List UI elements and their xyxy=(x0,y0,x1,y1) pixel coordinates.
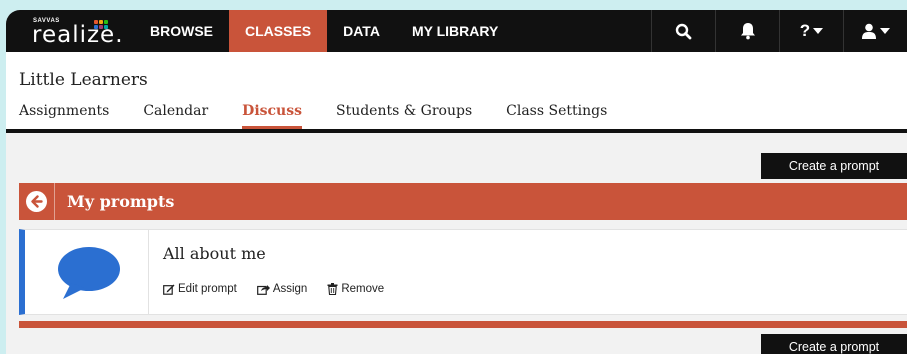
notifications-button[interactable] xyxy=(715,10,779,52)
assign-label: Assign xyxy=(272,283,308,295)
assign-link[interactable]: Assign xyxy=(256,283,308,295)
assign-icon xyxy=(256,284,270,295)
panel-title: My prompts xyxy=(67,192,175,211)
edit-prompt-label: Edit prompt xyxy=(178,283,237,295)
help-icon: ? xyxy=(799,21,811,40)
back-arrow-icon xyxy=(26,191,47,212)
user-menu-button[interactable] xyxy=(843,10,907,52)
search-button[interactable] xyxy=(651,10,715,52)
bell-icon xyxy=(740,23,755,40)
class-title: Little Learners xyxy=(19,70,148,90)
help-menu-button[interactable]: ? xyxy=(779,10,843,52)
class-tabs: Assignments Calendar Discuss Students & … xyxy=(19,103,641,129)
chevron-down-icon xyxy=(880,27,890,34)
remove-link[interactable]: Remove xyxy=(327,283,384,295)
search-icon xyxy=(675,23,692,39)
trash-icon xyxy=(327,283,338,295)
tab-assignments[interactable]: Assignments xyxy=(19,103,109,129)
realize-logo[interactable]: SAVVAS realize. xyxy=(6,10,134,52)
logo-text: realize. xyxy=(32,22,124,48)
edit-prompt-link[interactable]: Edit prompt xyxy=(163,283,237,295)
logo-small-text: SAVVAS xyxy=(33,18,60,24)
nav-my-library[interactable]: MY LIBRARY xyxy=(396,10,514,52)
nav-browse[interactable]: BROWSE xyxy=(134,10,229,52)
class-header: Little Learners Assignments Calendar Dis… xyxy=(6,52,907,133)
back-button[interactable] xyxy=(19,183,55,220)
nav-data[interactable]: DATA xyxy=(327,10,396,52)
tab-discuss[interactable]: Discuss xyxy=(242,103,302,129)
edit-icon xyxy=(163,284,175,295)
logo-dots xyxy=(94,20,108,29)
user-icon xyxy=(862,23,876,39)
chevron-down-icon xyxy=(813,27,824,34)
app-window: SAVVAS realize. BROWSE CLASSES DATA MY L… xyxy=(6,10,907,354)
tab-calendar[interactable]: Calendar xyxy=(143,103,208,129)
prompt-title[interactable]: All about me xyxy=(163,244,266,263)
create-prompt-button[interactable]: Create a prompt xyxy=(761,153,907,179)
prompt-actions: Edit prompt Assign Remove xyxy=(163,283,404,295)
top-navigation: SAVVAS realize. BROWSE CLASSES DATA MY L… xyxy=(6,10,907,52)
nav-classes[interactable]: CLASSES xyxy=(229,10,328,52)
prompt-thumbnail xyxy=(25,230,149,314)
tab-students-groups[interactable]: Students & Groups xyxy=(336,103,472,129)
my-prompts-header: My prompts xyxy=(19,183,907,220)
panel-bottom-bar xyxy=(19,321,907,328)
prompt-card[interactable]: All about me Edit prompt Assign Remove xyxy=(19,229,907,315)
create-prompt-button-bottom[interactable]: Create a prompt xyxy=(761,334,907,354)
tab-class-settings[interactable]: Class Settings xyxy=(506,103,607,129)
remove-label: Remove xyxy=(341,283,385,295)
speech-bubble-icon xyxy=(58,247,120,299)
